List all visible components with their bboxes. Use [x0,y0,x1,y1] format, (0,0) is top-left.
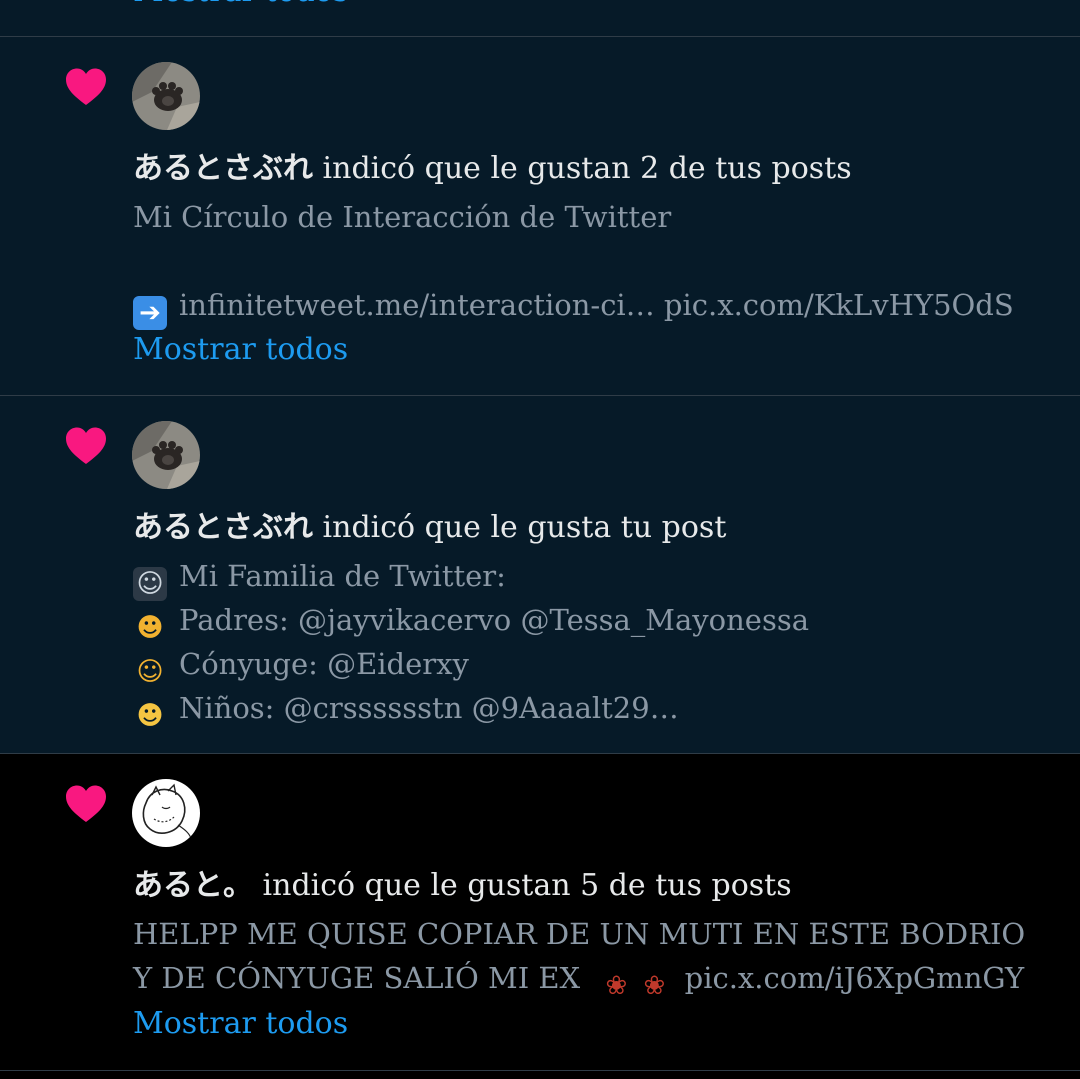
preview-line: Mi Círculo de Interacción de Twitter [133,200,672,234]
preview-line: ☺ Cónyuge: @Eiderxy [133,642,1053,687]
preview-line: ☺ Mi Familia de Twitter: [133,554,1053,601]
heart-icon [66,68,106,105]
divider [0,1070,1080,1071]
preview-line: ☻ Padres: @jayvikacervo @Tessa_Mayonessa [133,598,1053,643]
post-preview[interactable]: HELPP ME QUISE COPIAR DE UN MUTI EN ESTE… [133,912,1053,1003]
avatar[interactable] [132,779,200,847]
wilted-rose-emoji: ❀ [643,971,666,1001]
heart-icon [66,427,106,464]
avatar[interactable] [132,62,200,130]
notification-item[interactable]: あるとさぶれ indicó que le gustan 2 de tus pos… [0,37,1080,395]
notification-item[interactable]: あると。 indicó que le gustan 5 de tus posts… [0,754,1080,1070]
show-all-link[interactable]: Mostrar todos [133,1004,348,1044]
post-preview[interactable]: Mi Círculo de Interacción de Twitter ➔ in… [133,195,1053,330]
preview-link-text: pic.x.com/iJ6XpGmnGY [684,961,1025,995]
baby-emoji: ☻ [136,701,164,731]
user-name[interactable]: あるとさぶれ [133,510,313,545]
notification-title: あると。 indicó que le gustan 5 de tus posts [133,866,792,906]
notification-title: あるとさぶれ indicó que le gusta tu post [133,508,726,548]
preview-text: Padres: @jayvikacervo @Tessa_Mayonessa [179,603,809,637]
user-name[interactable]: あると。 [133,868,253,903]
avatar[interactable] [132,421,200,489]
preview-text: Cónyuge: @Eiderxy [179,647,469,681]
preview-text: Mi Familia de Twitter: [179,559,506,593]
preview-text: Niños: @crsssssstn @9Aaaalt29… [179,691,679,725]
preview-line-blank [133,239,1053,283]
family-emoji: ☺ [133,567,167,601]
show-all-link[interactable]: Mostrar todos [133,330,348,370]
action-text: indicó que le gustan 2 de tus posts [313,151,852,186]
cat-paw-avatar [132,62,200,130]
preview-line: ☻ Niños: @crsssssstn @9Aaaalt29… [133,686,1053,731]
action-text: indicó que le gusta tu post [313,510,727,545]
cat-paw-avatar [132,421,200,489]
couple-emoji: ☻ [136,613,164,643]
sketch-avatar [132,779,200,847]
right-arrow-emoji: ➔ [133,296,167,330]
preview-line: ➔ infinitetweet.me/interaction-ci… pic.x.… [133,283,1053,330]
heart-icon [66,785,106,822]
wilted-rose-emoji: ❀ [605,971,628,1001]
post-preview[interactable]: ☺ Mi Familia de Twitter: ☻ Padres: @jayvik… [133,554,1053,731]
user-name[interactable]: あるとさぶれ [133,151,313,186]
previous-notification-partial: Mostrar todos [0,0,1080,36]
preview-link-text: infinitetweet.me/interaction-ci… pic.x.c… [179,288,1014,322]
notification-title: あるとさぶれ indicó que le gustan 2 de tus pos… [133,149,852,189]
action-text: indicó que le gustan 5 de tus posts [253,868,792,903]
show-all-link[interactable]: Mostrar todos [133,0,348,12]
notification-item[interactable]: あるとさぶれ indicó que le gusta tu post ☺ Mi F… [0,396,1080,753]
bride-emoji: ☺ [136,657,164,687]
